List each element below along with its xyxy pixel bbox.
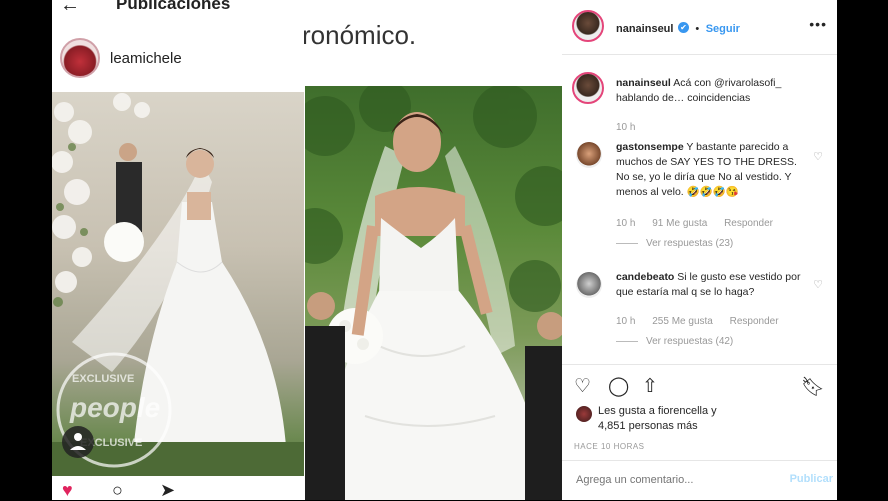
view-replies-label[interactable]: Ver respuestas (42)	[646, 336, 733, 347]
heart-outline-icon[interactable]: ♡	[813, 278, 823, 291]
heart-filled-icon[interactable]: ♥	[62, 480, 73, 500]
post-actions: ♡ ◯ ⇧ 🔖︎	[562, 364, 837, 405]
post-header: nanainseul ✔ • Seguir •••	[562, 0, 837, 55]
wedding-illustration-right	[305, 86, 562, 500]
left-bottom-actions: ♥ ○ ➤	[52, 476, 304, 500]
list-item: candebeato Si le gusto ese vestido por q…	[562, 270, 837, 350]
publications-header: ← Publicaciones	[52, 0, 304, 18]
view-replies[interactable]: Ver respuestas (42)	[616, 336, 733, 347]
more-options-icon[interactable]: •••	[809, 16, 827, 32]
leamichele-post-header: leamichele	[52, 28, 304, 88]
view-replies-label[interactable]: Ver respuestas (23)	[646, 238, 733, 249]
caption-time: 10 h	[616, 122, 636, 133]
caption-comment: nanainseul Acá con @rivarolasofi_ hablan…	[562, 66, 837, 133]
comment-composer: Publicar	[562, 460, 837, 501]
comment-likes[interactable]: 91 Me gusta	[652, 218, 707, 229]
comment-username[interactable]: candebeato	[616, 271, 674, 283]
replies-dash	[616, 242, 638, 244]
caption-fragment: ronómico.	[302, 20, 417, 50]
wedding-illustration-left: EXCLUSIVE people EXCLUSIVE	[52, 93, 304, 476]
replies-dash	[616, 340, 638, 342]
verified-badge-icon: ✔	[677, 22, 689, 34]
avatar[interactable]	[576, 142, 602, 168]
caption-body: nanainseul Acá con @rivarolasofi_ hablan…	[616, 76, 826, 106]
share-icon[interactable]: ⇧	[642, 375, 658, 398]
publications-title: Publicaciones	[116, 0, 231, 13]
reply-button[interactable]: Responder	[730, 316, 779, 327]
avatar[interactable]	[60, 38, 100, 78]
comment-body: gastonsempe Y bastante parecido a muchos…	[616, 140, 812, 200]
wedding-photo-left: EXCLUSIVE people EXCLUSIVE	[52, 92, 304, 476]
heart-outline-icon[interactable]: ♡	[813, 150, 823, 163]
publish-button[interactable]: Publicar	[790, 473, 833, 485]
comment-meta: 10 h 255 Me gusta Responder	[616, 316, 793, 327]
heart-outline-icon[interactable]: ♡	[574, 375, 591, 398]
user-tag-icon[interactable]	[62, 426, 94, 458]
left-collage: ← Publicaciones ronómico. leamichele EXC…	[52, 0, 562, 500]
comment-input[interactable]	[574, 473, 768, 487]
post-username[interactable]: leamichele	[110, 50, 182, 67]
wedding-photo-right	[305, 86, 562, 500]
comment-icon[interactable]: ◯	[608, 375, 629, 398]
watermark-brand: people	[69, 392, 160, 423]
comment-likes[interactable]: 255 Me gusta	[652, 316, 713, 327]
instagram-post-panel: nanainseul ✔ • Seguir ••• nanainseul Acá…	[562, 0, 837, 500]
reply-button[interactable]: Responder	[724, 218, 773, 229]
comment-body: candebeato Si le gusto ese vestido por q…	[616, 270, 812, 300]
avatar[interactable]	[572, 10, 604, 42]
view-replies[interactable]: Ver respuestas (23)	[616, 238, 733, 249]
watermark-exclusive-top: EXCLUSIVE	[72, 373, 134, 385]
comment-meta: 10 h 91 Me gusta Responder	[616, 218, 787, 229]
follow-button[interactable]: Seguir	[706, 23, 740, 35]
comment-time: 10 h	[616, 316, 636, 327]
back-arrow-icon[interactable]: ←	[60, 0, 80, 17]
likes-line-1[interactable]: Les gusta a fiorencella y	[598, 404, 717, 419]
avatar[interactable]	[576, 272, 602, 298]
likes-text[interactable]: Les gusta a fiorencella y 4,851 personas…	[598, 404, 717, 434]
bookmark-icon[interactable]: 🔖︎	[801, 375, 825, 399]
header-username[interactable]: nanainseul	[616, 23, 673, 35]
likes-line-2[interactable]: 4,851 personas más	[598, 419, 717, 434]
share-icon[interactable]: ➤	[160, 480, 175, 500]
post-timestamp: HACE 10 HORAS	[574, 442, 645, 451]
caption-username[interactable]: nanainseul	[616, 77, 671, 89]
separator-dot: •	[695, 23, 700, 35]
comment-time: 10 h	[616, 218, 636, 229]
comment-username[interactable]: gastonsempe	[616, 141, 684, 153]
avatar[interactable]	[572, 72, 604, 104]
comment-icon[interactable]: ○	[112, 480, 123, 500]
avatar[interactable]	[576, 406, 592, 422]
list-item: gastonsempe Y bastante parecido a muchos…	[562, 140, 837, 260]
